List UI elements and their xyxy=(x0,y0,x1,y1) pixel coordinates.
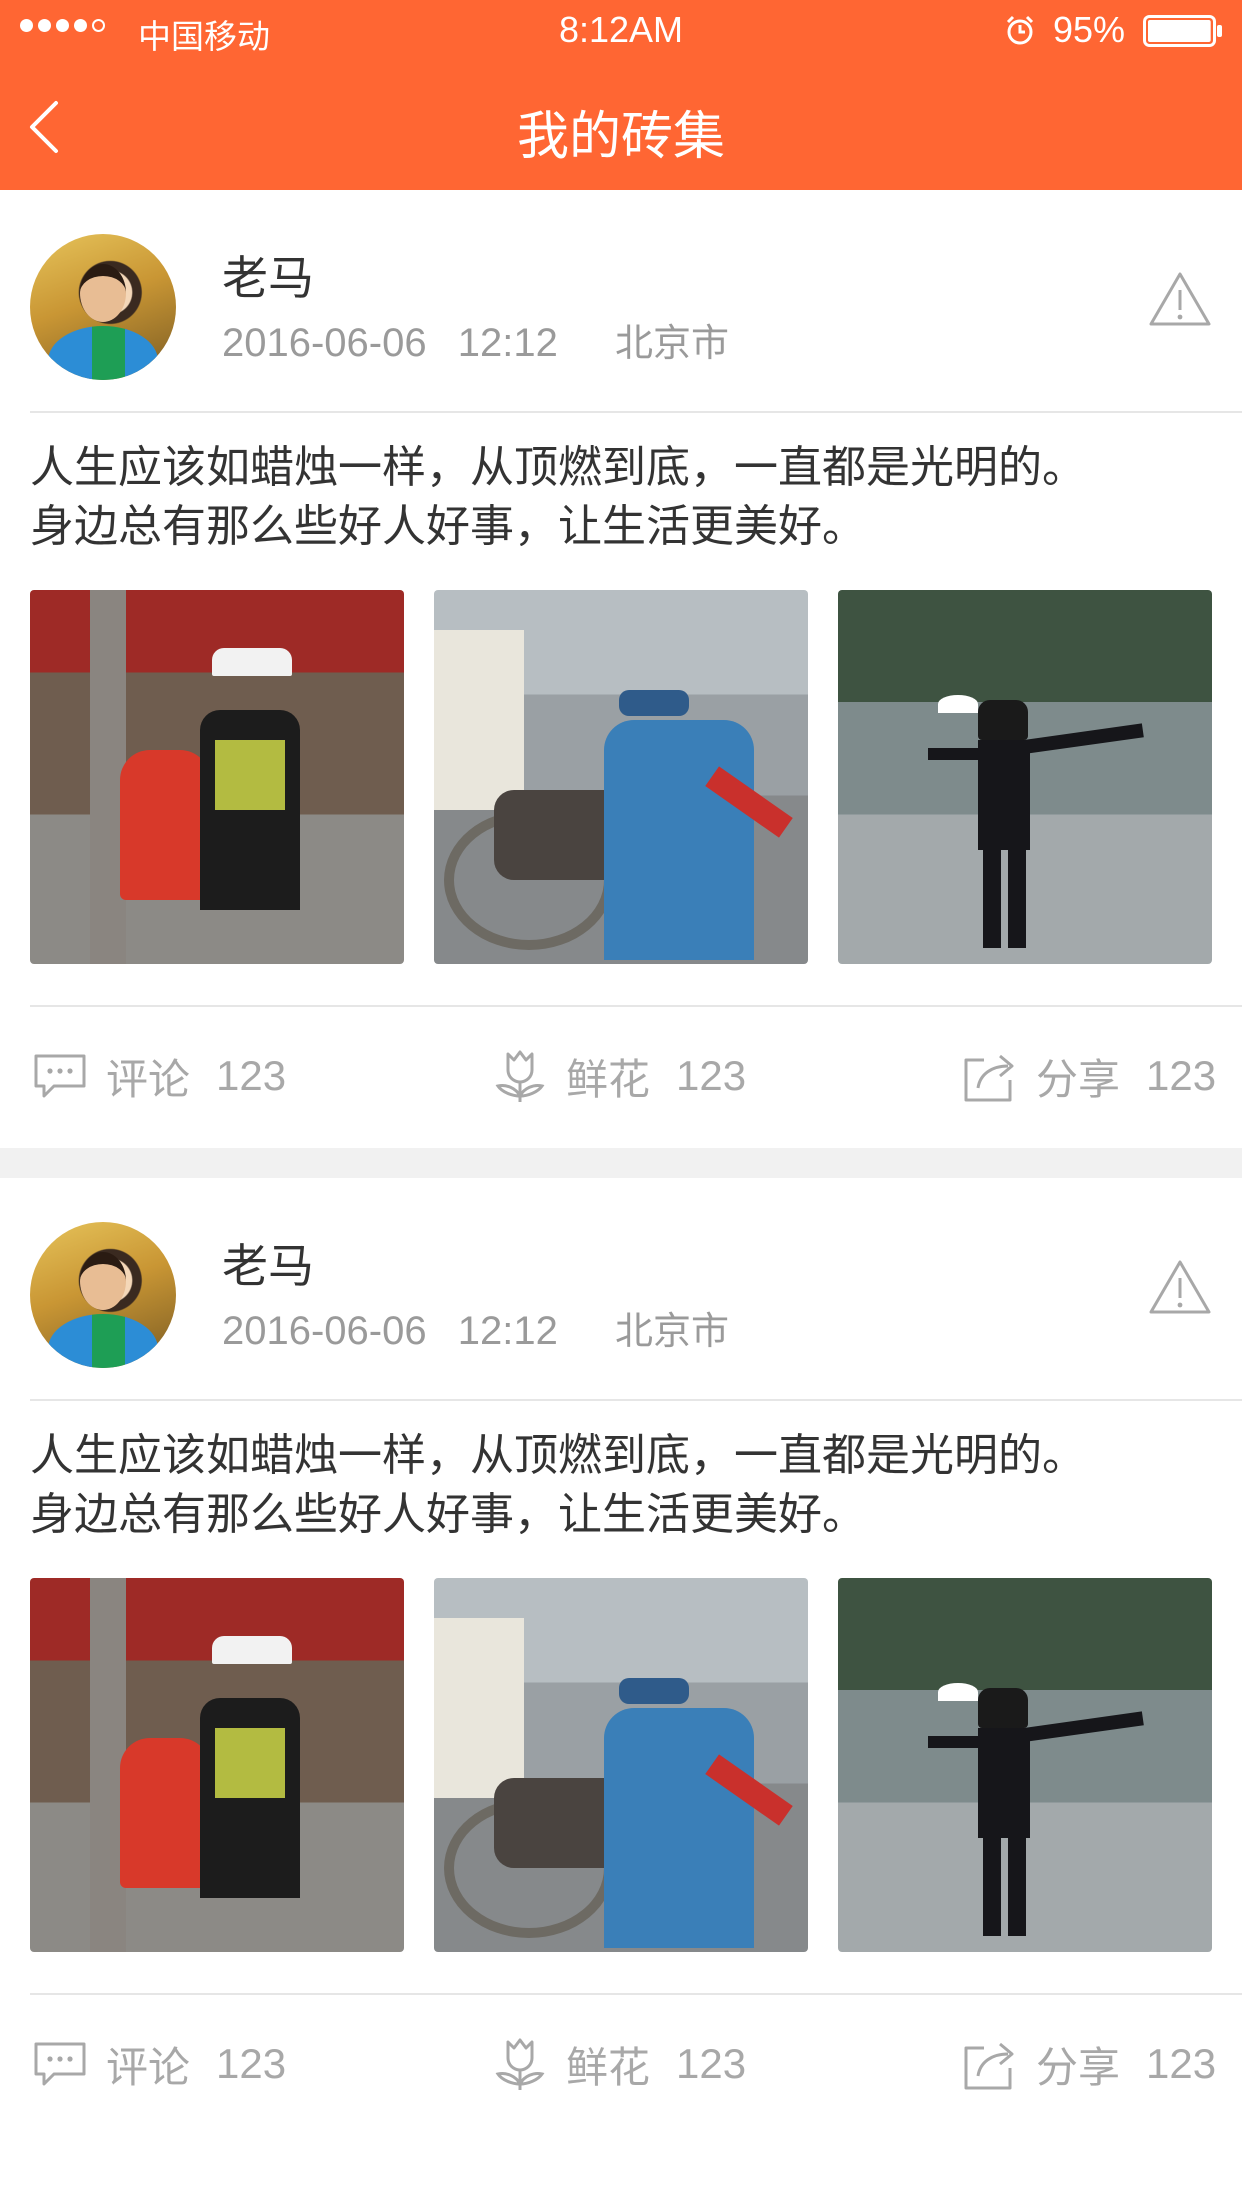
post-content: 人生应该如蜡烛一样，从顶燃到底，一直都是光明的。 身边总有那么些好人好事，让生活… xyxy=(30,1426,1220,1544)
comment-icon xyxy=(34,1054,86,1098)
post-content-line: 人生应该如蜡烛一样，从顶燃到底，一直都是光明的。 xyxy=(30,442,1086,493)
navigation-bar: 我的砖集 xyxy=(0,62,1242,190)
post-image-traffic-police[interactable] xyxy=(30,590,404,964)
battery-percent: 95% xyxy=(1053,9,1126,50)
avatar[interactable] xyxy=(30,234,176,380)
comment-count: 123 xyxy=(216,2040,287,2087)
post-actions: 评论 123 鲜花 123 分享 123 xyxy=(0,1006,1242,1148)
feed-post: 老马 2016-06-06 12:12 北京市 人生应该如蜡烛一样，从顶燃到底，… xyxy=(0,190,1242,1148)
post-meta: 2016-06-06 12:12 北京市 xyxy=(222,1300,729,1355)
flower-count: 123 xyxy=(676,1052,747,1099)
warning-triangle-icon[interactable] xyxy=(1148,1258,1212,1316)
flower-label: 鲜花 xyxy=(566,2042,651,2092)
divider xyxy=(30,411,1242,413)
flower-icon xyxy=(495,2038,545,2090)
share-label: 分享 xyxy=(1036,1054,1121,1104)
post-location: 北京市 xyxy=(614,1309,729,1353)
flower-button[interactable]: 鲜花 123 xyxy=(490,1046,746,1106)
page-title: 我的砖集 xyxy=(516,107,725,167)
share-count: 123 xyxy=(1146,1052,1217,1099)
author-name[interactable]: 老马 xyxy=(222,242,314,308)
post-image-helping-elderly[interactable] xyxy=(434,590,808,964)
post-date: 2016-06-06 xyxy=(222,321,427,365)
comment-label: 评论 xyxy=(106,1054,191,1104)
comment-button[interactable]: 评论 123 xyxy=(30,2034,286,2094)
share-count: 123 xyxy=(1146,2040,1217,2087)
post-separator xyxy=(0,1148,1242,1178)
post-meta: 2016-06-06 12:12 北京市 xyxy=(222,312,729,367)
status-bar: 中国移动 8:12AM 95% xyxy=(0,0,1242,62)
divider xyxy=(30,1399,1242,1401)
post-time: 12:12 xyxy=(457,1309,558,1353)
share-icon xyxy=(964,2042,1014,2090)
battery-icon xyxy=(1143,15,1222,47)
share-button[interactable]: 分享 123 xyxy=(960,1046,1216,1106)
feed-post: 老马 2016-06-06 12:12 北京市 人生应该如蜡烛一样，从顶燃到底，… xyxy=(0,1178,1242,2136)
comment-count: 123 xyxy=(216,1052,287,1099)
share-button[interactable]: 分享 123 xyxy=(960,2034,1216,2094)
post-content: 人生应该如蜡烛一样，从顶燃到底，一直都是光明的。 身边总有那么些好人好事，让生活… xyxy=(30,438,1220,556)
comment-button[interactable]: 评论 123 xyxy=(30,1046,286,1106)
post-location: 北京市 xyxy=(614,321,729,365)
post-image-grid xyxy=(30,1578,1212,1952)
post-actions: 评论 123 鲜花 123 分享 123 xyxy=(0,1994,1242,2136)
post-time: 12:12 xyxy=(457,321,558,365)
post-content-line: 身边总有那么些好人好事，让生活更美好。 xyxy=(30,501,866,552)
avatar[interactable] xyxy=(30,1222,176,1368)
alarm-clock-icon xyxy=(1006,15,1034,45)
warning-triangle-icon[interactable] xyxy=(1148,270,1212,328)
post-content-line: 人生应该如蜡烛一样，从顶燃到底，一直都是光明的。 xyxy=(30,1430,1086,1481)
post-image-traffic-police[interactable] xyxy=(30,1578,404,1952)
share-label: 分享 xyxy=(1036,2042,1121,2092)
author-name[interactable]: 老马 xyxy=(222,1230,314,1296)
share-icon xyxy=(964,1054,1014,1102)
flower-count: 123 xyxy=(676,2040,747,2087)
comment-icon xyxy=(34,2042,86,2086)
flower-button[interactable]: 鲜花 123 xyxy=(490,2034,746,2094)
post-image-grid xyxy=(30,590,1212,964)
comment-label: 评论 xyxy=(106,2042,191,2092)
post-image-helping-elderly[interactable] xyxy=(434,1578,808,1952)
post-image-rain-police[interactable] xyxy=(838,1578,1212,1952)
flower-label: 鲜花 xyxy=(566,1054,651,1104)
flower-icon xyxy=(495,1050,545,1102)
post-content-line: 身边总有那么些好人好事，让生活更美好。 xyxy=(30,1489,866,1540)
post-image-rain-police[interactable] xyxy=(838,590,1212,964)
post-date: 2016-06-06 xyxy=(222,1309,427,1353)
